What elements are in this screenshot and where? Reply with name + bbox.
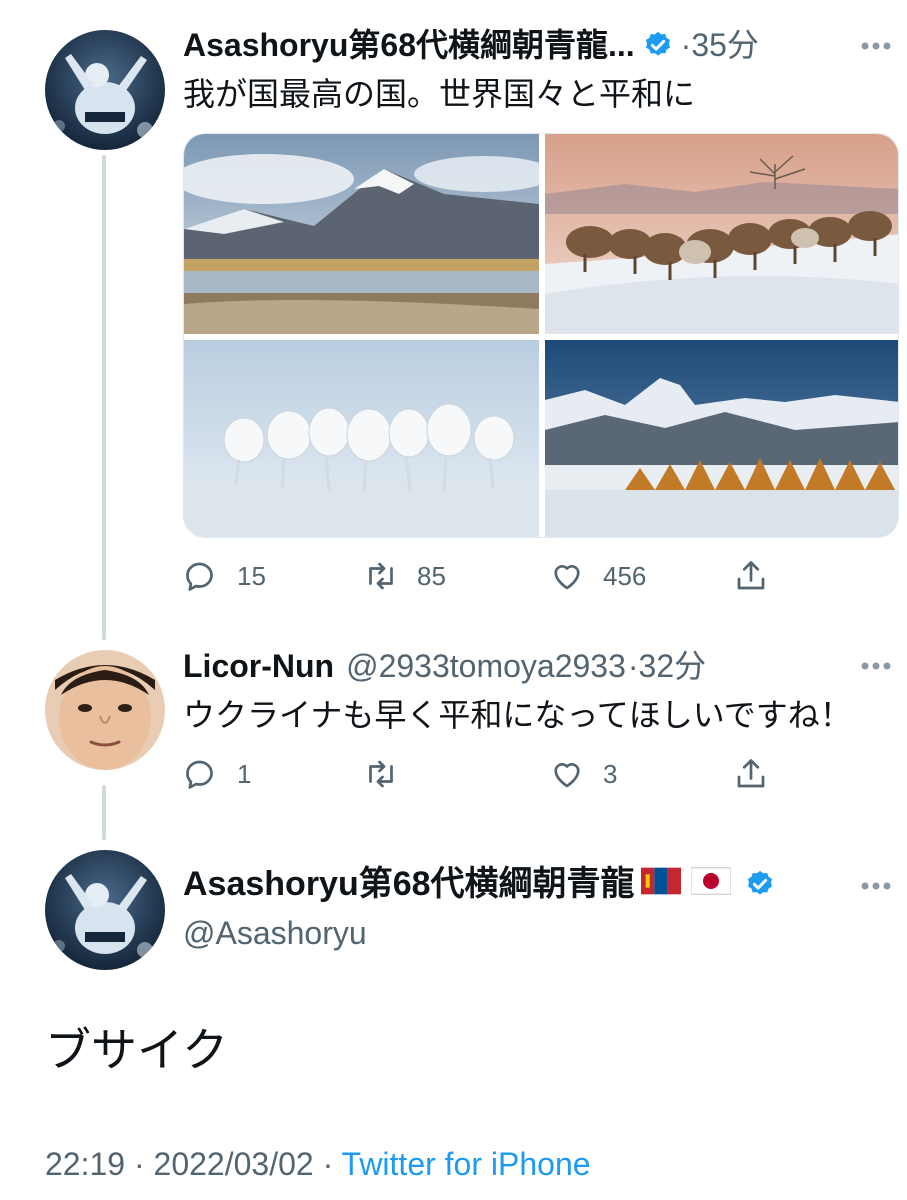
share-button[interactable] bbox=[733, 754, 769, 794]
sumo-wrestler-avatar-icon bbox=[45, 30, 165, 150]
tweet-source-link[interactable]: Twitter for iPhone bbox=[342, 1146, 591, 1182]
share-icon bbox=[737, 561, 765, 590]
author-handle[interactable]: @2933tomoya2933 bbox=[346, 646, 626, 686]
thread-line bbox=[102, 785, 106, 840]
author-handle[interactable]: @Asashoryu bbox=[183, 912, 775, 954]
mongolia-flag-icon bbox=[640, 862, 681, 906]
reply-icon bbox=[186, 562, 213, 591]
share-icon bbox=[737, 759, 765, 788]
tweet-text: ウクライナも早く平和になってほしいですね！ bbox=[183, 697, 852, 733]
white-horses-photo[interactable] bbox=[184, 340, 539, 537]
avatar[interactable] bbox=[45, 30, 165, 150]
sumo-wrestler-avatar-icon bbox=[45, 850, 165, 970]
reply-icon bbox=[186, 760, 213, 789]
separator-dot: · bbox=[680, 27, 692, 63]
reply-button[interactable]: 1 bbox=[183, 754, 251, 794]
focused-tweet-text: ブサイク bbox=[45, 1024, 229, 1076]
separator-dot: · bbox=[322, 1146, 334, 1182]
more-options-icon[interactable] bbox=[858, 868, 894, 904]
japan-flag-icon bbox=[689, 862, 732, 906]
like-button[interactable]: 3 bbox=[549, 754, 617, 794]
heart-icon bbox=[554, 763, 580, 788]
tweet-header: Asashoryu第68代横綱朝青龍... · 35分 bbox=[183, 25, 759, 65]
tweet-text: 我が国最高の国。世界国々と平和に bbox=[183, 76, 696, 112]
reply-count: 15 bbox=[237, 560, 266, 591]
separator-dot: · bbox=[627, 648, 639, 684]
more-options-icon[interactable] bbox=[858, 648, 894, 684]
retweet-count: 85 bbox=[417, 560, 446, 591]
retweet-icon bbox=[369, 562, 393, 590]
tweet-actions: 15 85 456 bbox=[183, 556, 899, 596]
like-button[interactable]: 456 bbox=[549, 556, 646, 596]
retweet-button[interactable] bbox=[363, 754, 417, 794]
separator-dot: · bbox=[133, 1146, 145, 1182]
camels-in-snow-photo[interactable] bbox=[545, 134, 898, 334]
mountain-landscape-photo[interactable] bbox=[184, 134, 539, 334]
tweet-meta: 22:19 · 2022/03/02 · Twitter for iPhone bbox=[45, 1144, 591, 1184]
tweet-time[interactable]: 22:19 bbox=[45, 1146, 125, 1182]
reply-button[interactable]: 15 bbox=[183, 556, 266, 596]
thread-line bbox=[102, 155, 106, 640]
heart-icon bbox=[554, 565, 580, 590]
verified-badge-icon bbox=[745, 869, 775, 899]
media-grid bbox=[183, 133, 899, 538]
timestamp[interactable]: 35分 bbox=[691, 25, 759, 65]
like-count: 3 bbox=[603, 758, 618, 789]
retweet-button[interactable]: 85 bbox=[363, 556, 446, 596]
focused-tweet-header: Asashoryu第68代横綱朝青龍 @Asashoryu bbox=[183, 862, 775, 954]
verified-badge-icon bbox=[643, 30, 673, 60]
tweet-actions: 1 3 bbox=[183, 754, 899, 794]
retweet-icon bbox=[369, 760, 393, 788]
share-button[interactable] bbox=[733, 556, 769, 596]
tweet-date[interactable]: 2022/03/02 bbox=[154, 1146, 314, 1182]
tweet-header: Licor-Nun @2933tomoya2933 · 32分 bbox=[183, 646, 706, 686]
snowy-mountain-forest-photo[interactable] bbox=[545, 340, 898, 537]
more-options-icon[interactable] bbox=[858, 28, 894, 64]
man-face-avatar-icon bbox=[45, 650, 165, 770]
author-name[interactable]: Asashoryu第68代横綱朝青龍... bbox=[183, 25, 635, 65]
author-name[interactable]: Asashoryu第68代横綱朝青龍 bbox=[183, 862, 635, 906]
like-count: 456 bbox=[603, 560, 647, 591]
reply-count: 1 bbox=[237, 758, 252, 789]
timestamp[interactable]: 32分 bbox=[639, 646, 707, 686]
avatar[interactable] bbox=[45, 650, 165, 770]
author-name[interactable]: Licor-Nun bbox=[183, 646, 334, 686]
avatar[interactable] bbox=[45, 850, 165, 970]
